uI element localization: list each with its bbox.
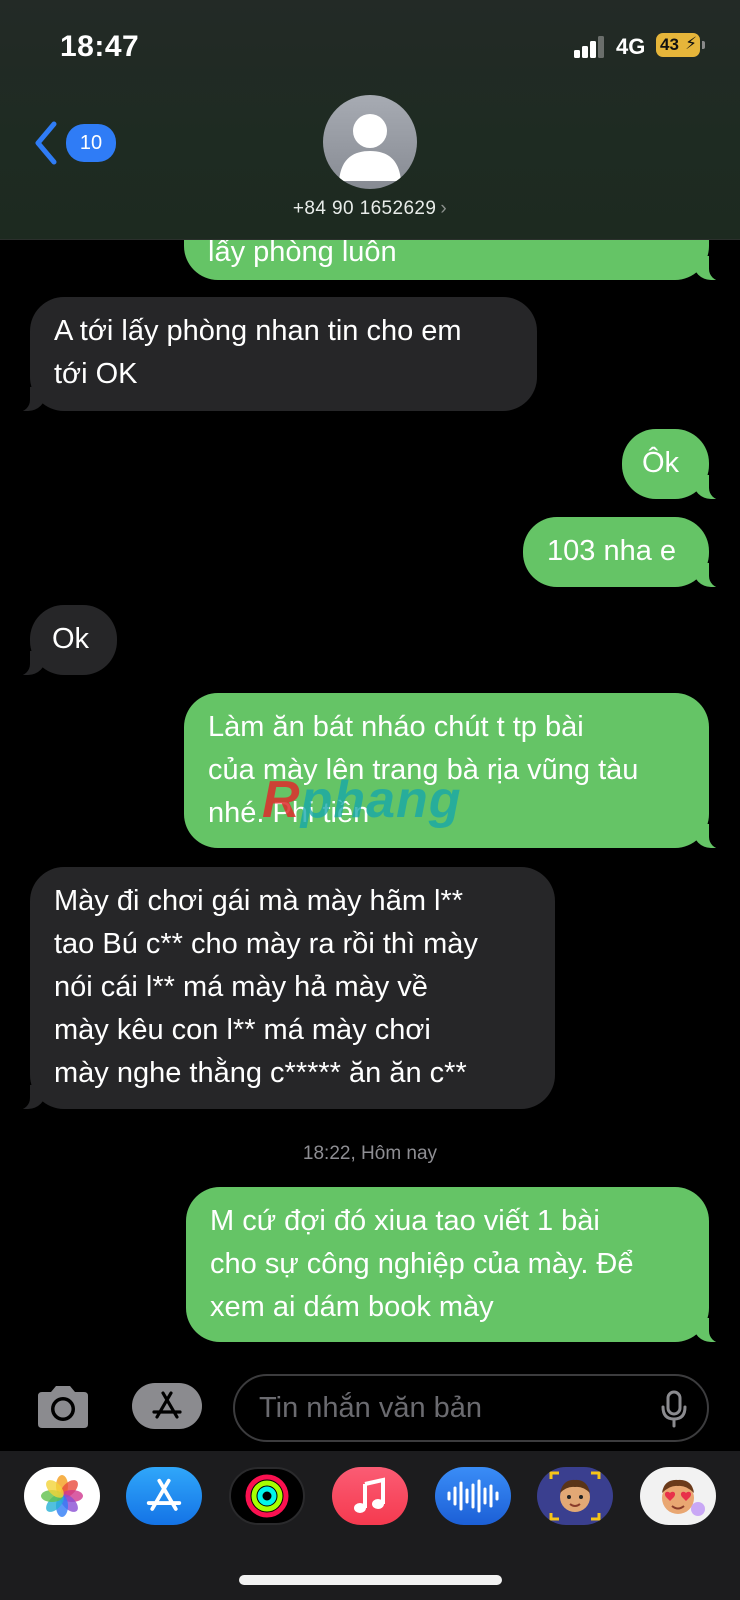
- activity-rings-icon: [245, 1474, 289, 1518]
- message-bubble-sent[interactable]: M cứ đợi đó xiua tao viết 1 bài cho sự c…: [186, 1187, 727, 1343]
- memoji-stickers-app[interactable]: [640, 1467, 716, 1525]
- message-text: 103 nha e: [547, 535, 677, 567]
- contact-name-button[interactable]: +84 90 1652629 ›: [0, 198, 740, 220]
- music-note-icon: [354, 1477, 385, 1513]
- message-bubble-sent[interactable]: 103 nha e: [523, 517, 727, 588]
- app-store-icon: [152, 1391, 182, 1419]
- contact-avatar[interactable]: [323, 95, 417, 189]
- photos-app[interactable]: [24, 1467, 100, 1525]
- person-silhouette-icon: [339, 114, 401, 181]
- microphone-icon[interactable]: [660, 1390, 688, 1428]
- app-store-button[interactable]: [132, 1383, 202, 1429]
- audio-message-app[interactable]: [435, 1467, 511, 1525]
- message-bubble-sent[interactable]: Ôk: [622, 429, 727, 500]
- message-text: Ok: [52, 623, 90, 655]
- message-bubble-sent[interactable]: Làm ăn bát nháo chút t tp bài của mày lê…: [184, 693, 727, 849]
- camera-button[interactable]: [34, 1384, 92, 1430]
- message-bubble-received[interactable]: Mày đi chơi gái mà mày hãm l** tao Bú c*…: [12, 867, 555, 1110]
- back-button[interactable]: 10: [30, 118, 116, 168]
- app-store-icon: [146, 1478, 182, 1511]
- sticker-icon: [662, 1479, 705, 1516]
- memoji-icon: [549, 1471, 601, 1521]
- message-text: Làm ăn bát nháo chút t tp bài của mày lê…: [208, 711, 639, 829]
- message-text: A tới lấy phòng nhan tin cho em tới OK: [54, 315, 462, 390]
- message-input[interactable]: [233, 1374, 709, 1442]
- app-store-app[interactable]: [126, 1467, 202, 1525]
- home-indicator[interactable]: [239, 1575, 502, 1585]
- camera-icon: [38, 1386, 88, 1428]
- battery-cap: [702, 41, 705, 49]
- unread-count-badge: 10: [66, 124, 116, 162]
- chevron-right-icon: ›: [440, 198, 448, 219]
- message-bubble-received[interactable]: Ok: [12, 605, 117, 676]
- status-bar: 18:47 4G 43 ⚡: [0, 0, 740, 96]
- charging-bolt-icon: ⚡: [685, 34, 697, 53]
- status-time: 18:47: [60, 30, 140, 63]
- message-bubble-received[interactable]: A tới lấy phòng nhan tin cho em tới OK: [12, 297, 537, 412]
- message-text: Ôk: [642, 447, 680, 479]
- activity-app[interactable]: [229, 1467, 305, 1525]
- memoji-app[interactable]: [537, 1467, 613, 1525]
- message-timestamp: 18:22, Hôm nay: [302, 1143, 438, 1164]
- flower-icon: [41, 1475, 83, 1517]
- message-text: Mày đi chơi gái mà mày hãm l** tao Bú c*…: [54, 885, 478, 1089]
- message-text: M cứ đợi đó xiua tao viết 1 bài cho sự c…: [210, 1205, 634, 1323]
- battery-icon: 43 ⚡: [656, 33, 700, 57]
- battery-level: 43: [660, 35, 679, 54]
- contact-number: +84 90 1652629: [292, 198, 437, 219]
- cellular-signal-icon: [574, 36, 606, 58]
- network-type: 4G: [616, 34, 646, 59]
- waveform-icon: [447, 1479, 499, 1513]
- music-app[interactable]: [332, 1467, 408, 1525]
- conversation-header: 18:47 4G 43 ⚡ 10 +84 90 1652629 ›: [0, 0, 740, 240]
